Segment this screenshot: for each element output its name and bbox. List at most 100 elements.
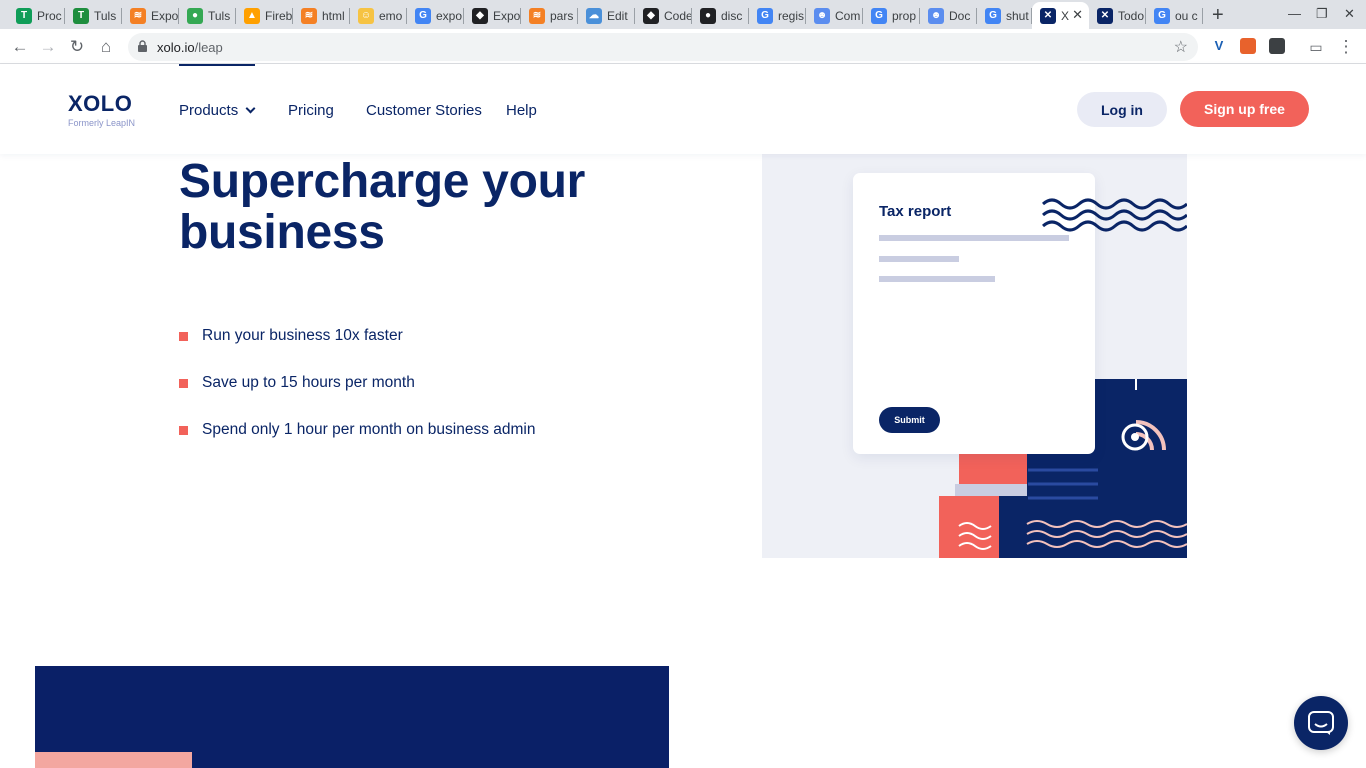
minimize-icon[interactable]: —	[1288, 6, 1301, 21]
menu-icon[interactable]: ⋮	[1335, 36, 1357, 58]
browser-tab[interactable]: ☻ Doc	[920, 2, 977, 29]
browser-tab[interactable]: ● Tuls	[179, 2, 236, 29]
close-window-icon[interactable]: ✕	[1344, 6, 1355, 22]
tab-label: Doc	[949, 8, 971, 23]
back-icon[interactable]: ←	[9, 36, 31, 58]
tab-label: ou c	[1175, 8, 1198, 23]
signup-button[interactable]: Sign up free	[1180, 91, 1309, 127]
browser-tab[interactable]: ◆ Expo	[464, 2, 521, 29]
reload-icon[interactable]: ↻	[66, 36, 88, 58]
benefit-text: Save up to 15 hours per month	[202, 374, 415, 391]
emoji-icon: ☺	[358, 7, 374, 24]
tab-label: emo	[379, 8, 403, 23]
browser-tab[interactable]: T Tuls	[65, 2, 122, 29]
new-tab-button[interactable]: +	[1212, 4, 1224, 27]
tab-label: X	[1061, 8, 1070, 23]
tab-label: prop	[892, 8, 917, 23]
browser-tab[interactable]: Gprop	[863, 2, 920, 29]
feature-section-banner	[35, 666, 669, 768]
benefit-text: Spend only 1 hour per month on business …	[202, 421, 536, 438]
url-text: xolo.io/leap	[157, 40, 223, 55]
site-header: XOLO Formerly LeapIN Products Pricing Cu…	[0, 64, 1366, 154]
browser-tab[interactable]: ● disc	[692, 2, 749, 29]
tab-label: expo	[436, 8, 463, 23]
tab-label: html	[322, 8, 345, 23]
browser-tab[interactable]: Gexpo	[407, 2, 464, 29]
browser-tab-strip: + — ❐ ✕ T Proc T Tuls ≋ Expo ● Tuls ▲ Fireb ≋ html ☺…	[0, 0, 1366, 29]
html5-extension-icon[interactable]	[1240, 38, 1256, 54]
tab-label: Fireb	[265, 8, 293, 23]
xolo-icon: ✕	[1097, 7, 1113, 24]
stackoverflow-icon: ≋	[130, 7, 146, 24]
browser-tab[interactable]: Gou c	[1146, 2, 1203, 29]
bookmark-star-icon[interactable]: ☆	[1174, 37, 1188, 57]
tab-label: Todo	[1118, 8, 1145, 23]
tab-label: Tuls	[208, 8, 231, 23]
tab-label: shut	[1006, 8, 1029, 23]
nav-products[interactable]: Products	[179, 102, 256, 119]
nav-active-indicator	[179, 64, 255, 66]
browser-tab[interactable]: ✕ X ✕	[1032, 2, 1089, 29]
google-icon: G	[871, 7, 887, 24]
restore-icon[interactable]: ❐	[1316, 6, 1328, 22]
tab-label: Com	[835, 8, 861, 23]
card-title: Tax report	[879, 203, 952, 220]
browser-tab[interactable]: ◆ Code	[635, 2, 692, 29]
nav-pricing[interactable]: Pricing	[288, 102, 334, 119]
tab-label: Tuls	[94, 8, 117, 23]
people-icon: ☻	[928, 7, 944, 24]
tab-label: Expo	[151, 8, 179, 23]
browser-tab[interactable]: ☁ Edit	[578, 2, 635, 29]
tab-label: Edit	[607, 8, 628, 23]
xolo-icon: ✕	[1040, 7, 1056, 24]
forward-icon[interactable]: →	[37, 36, 59, 58]
bullet-square-icon	[179, 332, 188, 341]
bullet-square-icon	[179, 379, 188, 388]
expo-icon: ◆	[472, 7, 488, 24]
logo-subtitle: Formerly LeapIN	[68, 118, 136, 128]
chat-icon	[1308, 711, 1334, 735]
terminal-extension-icon[interactable]	[1269, 38, 1285, 54]
nav-customer-stories[interactable]: Customer Stories	[366, 102, 482, 119]
hero-title: Supercharge your business	[179, 155, 585, 259]
browser-tab[interactable]: Gshut	[977, 2, 1032, 29]
browser-toolbar: ← → ↻ ⌂ xolo.io/leap ☆ V ▭ ⋮	[0, 29, 1366, 64]
address-bar[interactable]: xolo.io/leap ☆	[128, 33, 1198, 61]
google-icon: G	[1154, 7, 1170, 24]
browser-tab[interactable]: ✕ Todo	[1089, 2, 1146, 29]
browser-tab[interactable]: ▲ Fireb	[236, 2, 293, 29]
xolo-logo[interactable]: XOLO Formerly LeapIN	[68, 91, 135, 128]
browser-tab[interactable]: T Proc	[8, 2, 65, 29]
cast-icon[interactable]: ▭	[1305, 36, 1327, 58]
login-button[interactable]: Log in	[1077, 92, 1167, 127]
browser-tab[interactable]: ≋ Expo	[122, 2, 179, 29]
browser-tab[interactable]: ☻ Com	[806, 2, 863, 29]
tuls-icon: T	[73, 7, 89, 24]
tab-separator	[1202, 8, 1203, 24]
leaf-icon: ●	[187, 7, 203, 24]
tab-label: Expo	[493, 8, 521, 23]
codepen-icon: ◆	[643, 7, 659, 24]
tab-label: pars	[550, 8, 574, 23]
vue-extension-icon[interactable]: V	[1211, 38, 1227, 54]
google-icon: G	[985, 7, 1001, 24]
tab-label: disc	[721, 8, 743, 23]
hero-illustration: Tax report Submit	[762, 154, 1187, 558]
github-icon: ●	[700, 7, 716, 24]
bullet-square-icon	[179, 426, 188, 435]
browser-tab[interactable]: ☺ emo	[350, 2, 407, 29]
browser-tab[interactable]: ≋ html	[293, 2, 350, 29]
home-icon[interactable]: ⌂	[95, 36, 117, 58]
placeholder-line	[879, 276, 995, 282]
people-icon: ☻	[814, 7, 830, 24]
chat-launcher-button[interactable]	[1294, 696, 1348, 750]
tab-label: Code	[664, 8, 692, 23]
benefit-text: Run your business 10x faster	[202, 327, 403, 344]
browser-tab[interactable]: Gregis	[749, 2, 806, 29]
placeholder-line	[879, 256, 959, 262]
placeholder-line	[879, 235, 1069, 241]
google-icon: G	[757, 7, 773, 24]
nav-help[interactable]: Help	[506, 102, 537, 119]
browser-tab[interactable]: ≋ pars	[521, 2, 578, 29]
close-tab-icon[interactable]: ✕	[1072, 7, 1083, 23]
